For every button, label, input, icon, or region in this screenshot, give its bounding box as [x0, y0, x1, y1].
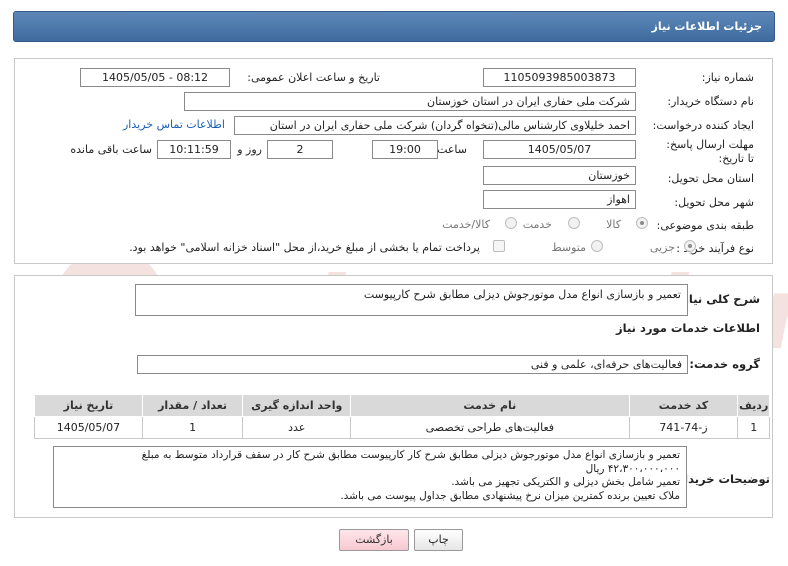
need-number-label: شماره نیاز: — [701, 71, 754, 84]
buyer-org-field[interactable]: شرکت ملی حفاری ایران در استان خوزستان — [184, 92, 636, 111]
announce-label: تاریخ و ساعت اعلان عمومی: — [247, 71, 380, 84]
col-header-date: تاریخ نیاز — [34, 394, 143, 417]
category-radio-goods[interactable] — [636, 217, 648, 229]
need-number-field[interactable]: 1105093985003873 — [483, 68, 636, 87]
purchase-option-medium: متوسط — [551, 241, 586, 254]
col-header-qty: تعداد / مقدار — [141, 394, 244, 417]
city-label: شهر محل تحویل: — [674, 196, 754, 209]
city-field[interactable]: اهواز — [483, 190, 636, 209]
buyer-notes-line: تعمیر و بازسازی انواع مدل موتورجوش دیزلی… — [141, 449, 680, 461]
cell-unit: عدد — [242, 416, 352, 439]
remaining-label: ساعت باقی مانده — [70, 143, 152, 156]
col-header-row: ردیف — [737, 394, 770, 417]
page-title: جزئیات اطلاعات نیاز — [651, 20, 763, 33]
deadline-label: مهلت ارسال پاسخ: تا تاریخ: — [666, 138, 754, 165]
col-header-unit: واحد اندازه گیری — [242, 394, 352, 417]
deadline-time-field[interactable]: 19:00 — [372, 140, 438, 159]
summary-label: شرح کلی نیاز: — [677, 292, 760, 306]
province-label: استان محل تحویل: — [667, 172, 754, 185]
category-option-goods-service: کالا/خدمت — [442, 218, 490, 231]
requester-label: ایجاد کننده درخواست: — [652, 119, 754, 132]
purchase-radio-medium[interactable] — [591, 240, 603, 252]
buyer-notes-line: ملاک تعیین برنده کمترین میزان نرخ پیشنها… — [340, 489, 680, 502]
print-button[interactable]: چاپ — [414, 529, 463, 551]
service-group-label: گروه خدمت: — [689, 357, 760, 371]
days-label: روز و — [237, 143, 262, 156]
buyer-notes-field[interactable]: تعمیر و بازسازی انواع مدل موتورجوش دیزلی… — [53, 446, 687, 508]
time-label: ساعت — [437, 143, 467, 156]
services-table: ردیف کد خدمت نام خدمت واحد اندازه گیری ت… — [34, 394, 770, 439]
col-header-name: نام خدمت — [350, 394, 630, 417]
category-label: طبقه بندی موضوعی: — [656, 219, 754, 232]
category-radio-goods-service[interactable] — [505, 217, 517, 229]
service-group-field[interactable]: فعالیت‌های حرفه‌ای، علمی و فنی — [137, 355, 688, 374]
purchase-radio-partial[interactable] — [684, 240, 696, 252]
province-field[interactable]: خوزستان — [483, 166, 636, 185]
payment-note: پرداخت تمام یا بخشی از مبلغ خرید،از محل … — [129, 241, 480, 254]
buyer-org-label: نام دستگاه خریدار: — [667, 95, 754, 108]
back-button[interactable]: بازگشت — [339, 529, 409, 551]
announce-field[interactable]: 1405/05/05 - 08:12 — [80, 68, 230, 87]
buyer-notes-label: توضیحات خریدار: — [672, 472, 770, 486]
remaining-time-field[interactable]: 10:11:59 — [157, 140, 231, 159]
deadline-date-field[interactable]: 1405/05/07 — [483, 140, 636, 159]
cell-name: فعالیت‌های طراحی تخصصی — [350, 416, 630, 439]
header-bar: جزئیات اطلاعات نیاز — [13, 11, 775, 42]
col-header-code: کد خدمت — [628, 394, 739, 417]
summary-field[interactable]: تعمیر و بازسازی انواع مدل موتورجوش دیزلی… — [135, 284, 688, 316]
cell-code: ز-74-741 — [628, 416, 739, 439]
cell-date: 1405/05/07 — [34, 416, 143, 439]
category-option-goods: کالا — [606, 218, 621, 231]
cell-row: 1 — [737, 416, 770, 439]
treasury-payment-checkbox[interactable] — [493, 240, 505, 252]
purchase-option-partial: جزیی — [649, 241, 675, 254]
category-radio-service[interactable] — [568, 217, 580, 229]
services-section-title: اطلاعات خدمات مورد نیاز — [616, 321, 760, 335]
table-row[interactable]: 1 ز-74-741 فعالیت‌های طراحی تخصصی عدد 1 … — [34, 416, 770, 439]
buyer-contact-link[interactable]: اطلاعات تماس خریدار — [123, 118, 225, 131]
cell-qty: 1 — [141, 416, 244, 439]
buyer-notes-line: تعمیر شامل بخش دیزلی و الکتریکی تجهیز می… — [451, 476, 680, 488]
buyer-notes-line: ۴۲،۳۰۰،۰۰۰،۰۰۰ ریال — [585, 462, 680, 475]
days-field[interactable]: 2 — [267, 140, 333, 159]
requester-field[interactable]: احمد خلیلاوی کارشناس مالی(تنخواه گردان) … — [234, 116, 636, 135]
category-option-service: خدمت — [522, 218, 552, 231]
